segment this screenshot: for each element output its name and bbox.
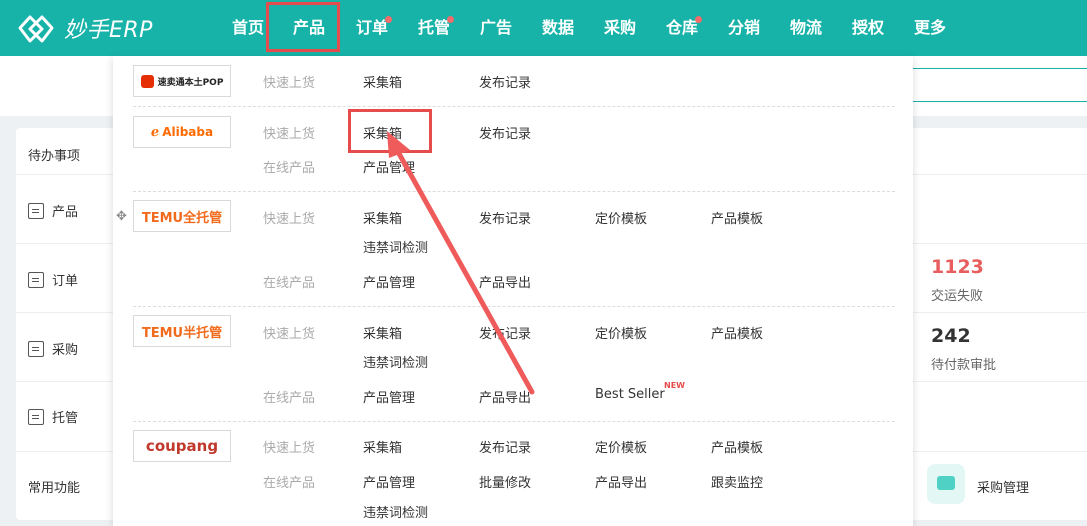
annotation-arrow: [387, 131, 535, 395]
